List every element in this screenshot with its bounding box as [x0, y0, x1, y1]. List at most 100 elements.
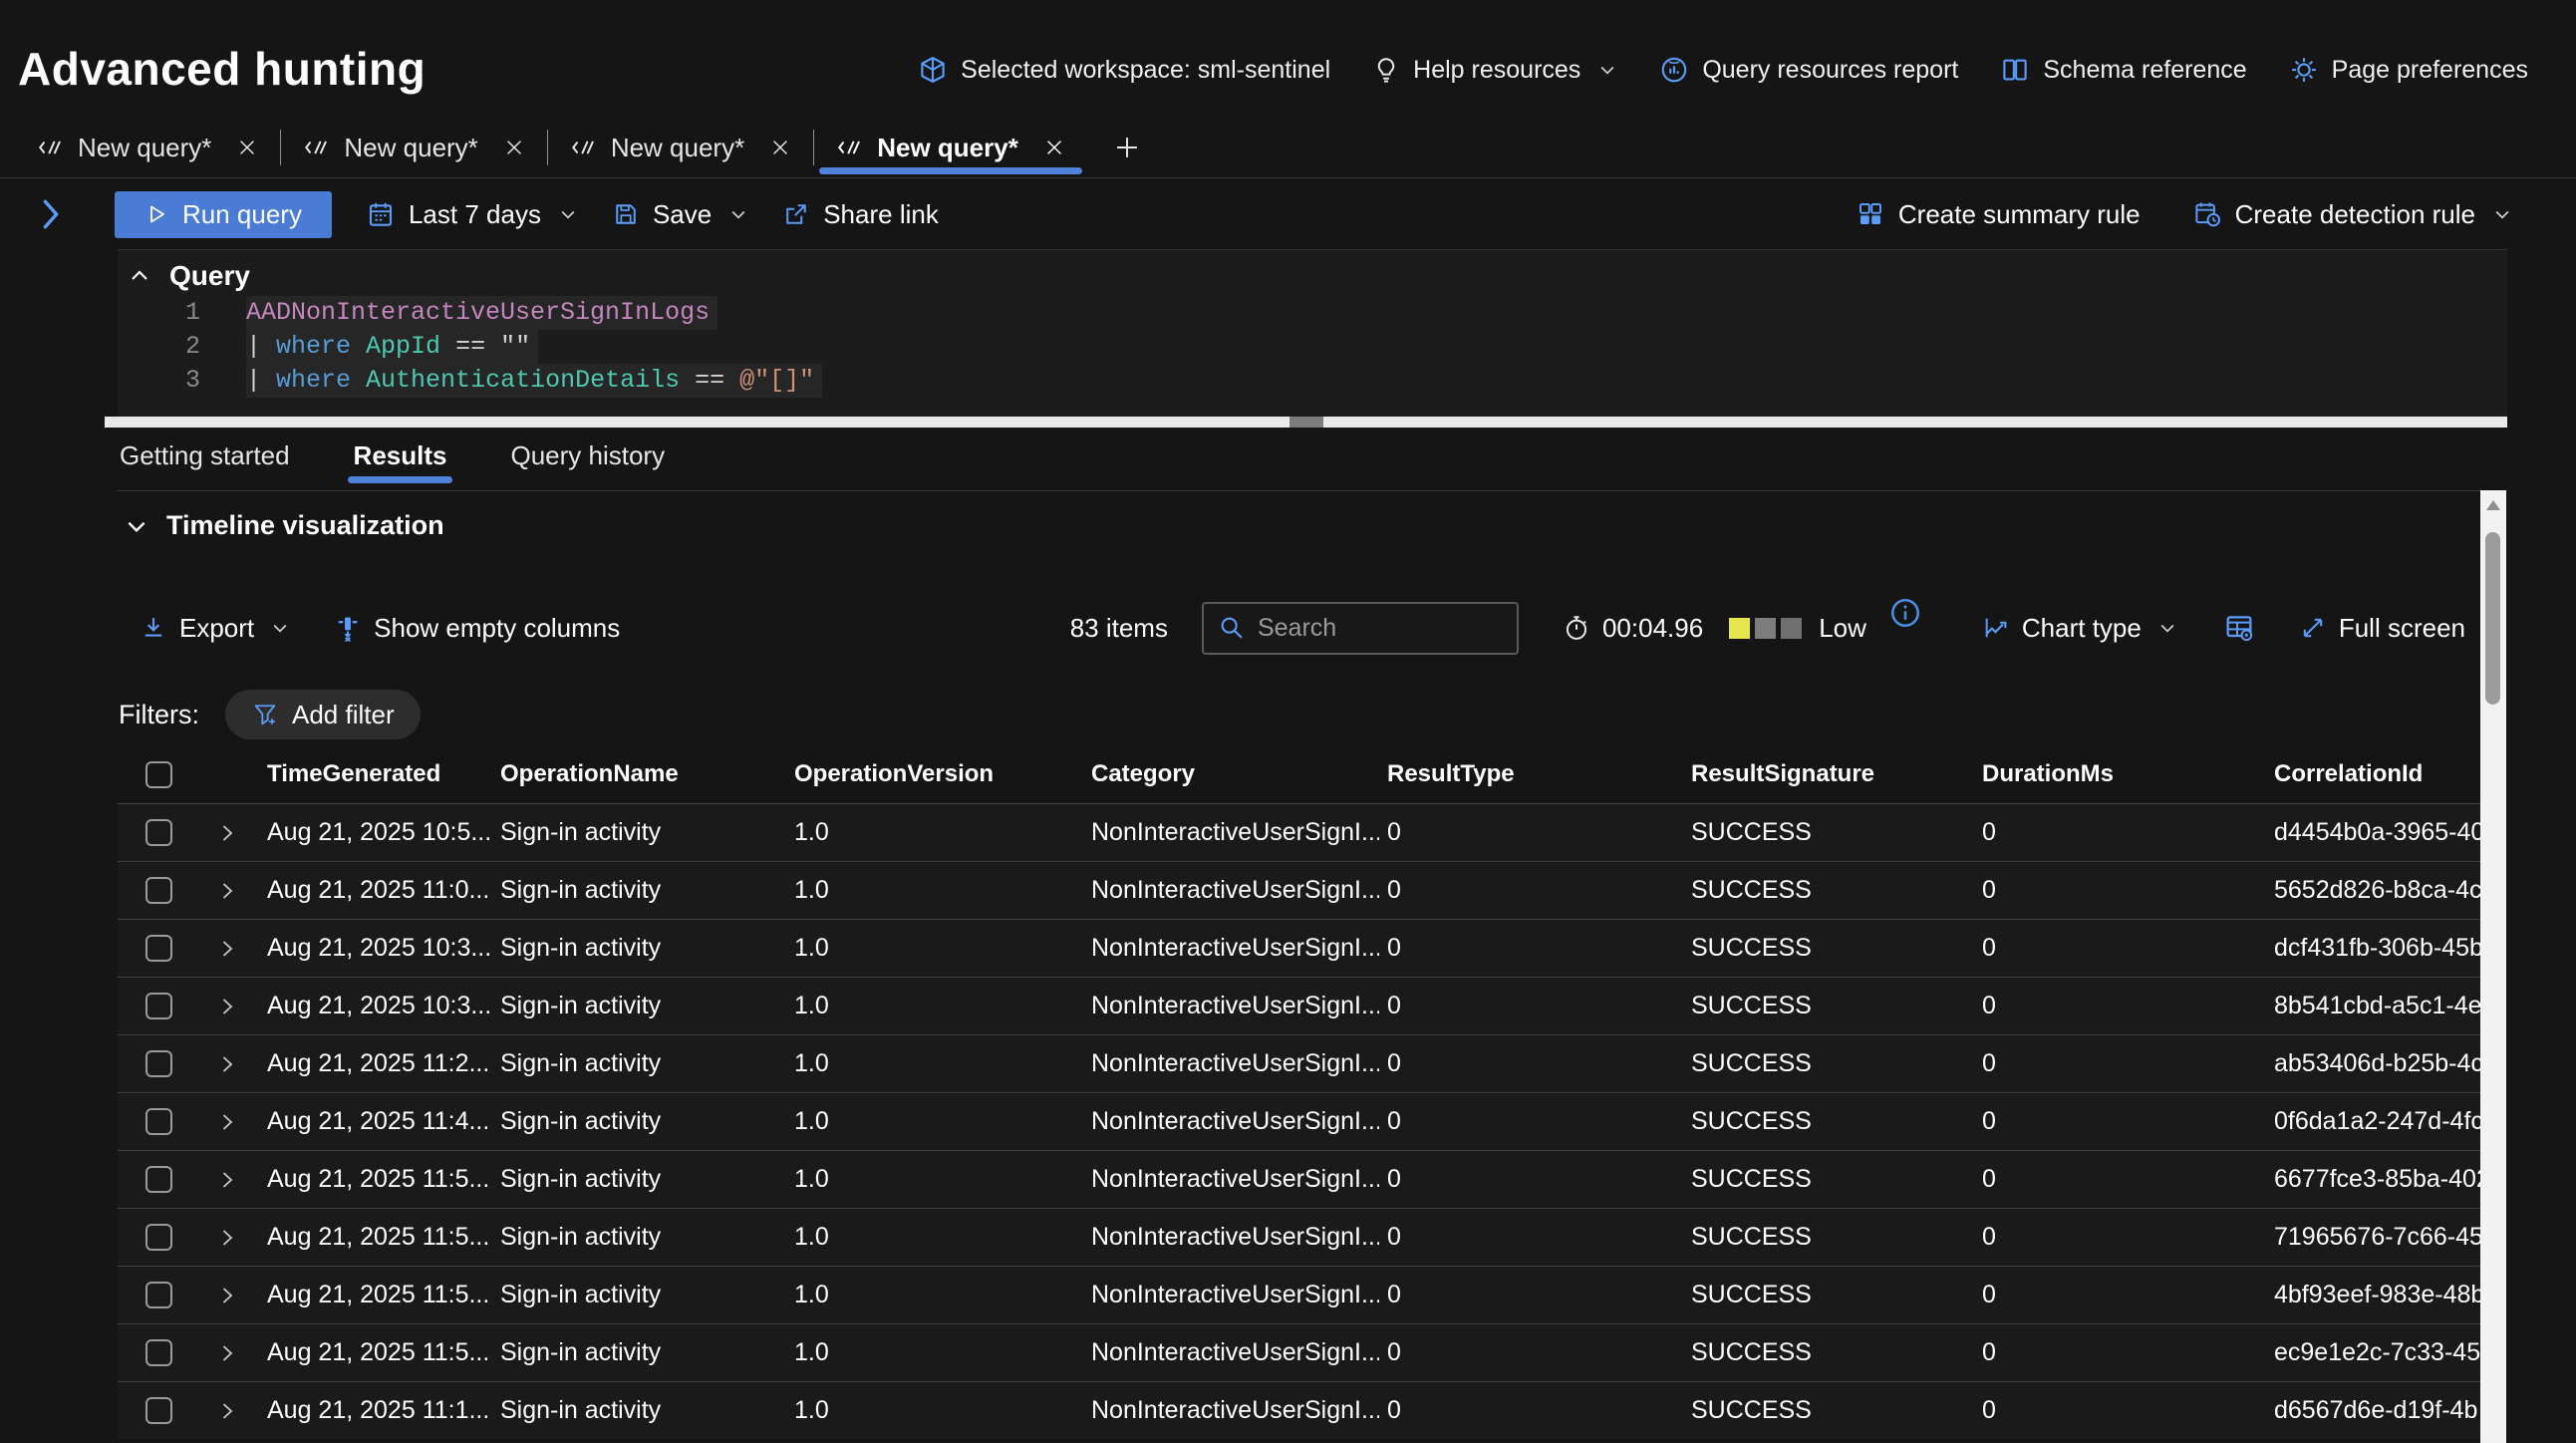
time-range-label: Last 7 days	[409, 199, 541, 230]
close-icon[interactable]	[1043, 137, 1065, 158]
row-expand-chevron-icon[interactable]	[215, 821, 239, 845]
export-dropdown[interactable]: Export	[140, 613, 290, 644]
tab-getting-started[interactable]: Getting started	[118, 436, 292, 485]
help-resources-button[interactable]: Help resources	[1372, 56, 1617, 85]
column-header-operation-name[interactable]: OperationName	[492, 760, 786, 788]
column-header-result-type[interactable]: ResultType	[1379, 760, 1683, 788]
close-icon[interactable]	[503, 137, 525, 158]
table-row[interactable]: Aug 21, 2025 11:5... Sign-in activity 1.…	[118, 1150, 2480, 1208]
tab-results[interactable]: Results	[352, 436, 449, 485]
column-header-time-generated[interactable]: TimeGenerated	[259, 760, 492, 788]
row-expand-chevron-icon[interactable]	[215, 1341, 239, 1365]
close-icon[interactable]	[236, 137, 258, 158]
tab-new-query-2[interactable]: New query*	[281, 118, 546, 177]
row-expand-chevron-icon[interactable]	[215, 879, 239, 903]
row-expand-chevron-icon[interactable]	[215, 937, 239, 961]
row-checkbox[interactable]	[145, 1282, 172, 1308]
run-query-button[interactable]: Run query	[115, 191, 332, 238]
stopwatch-icon	[1563, 614, 1590, 642]
row-expand-chevron-icon[interactable]	[215, 1399, 239, 1423]
table-row[interactable]: Aug 21, 2025 10:3... Sign-in activity 1.…	[118, 919, 2480, 977]
row-expand-chevron-icon[interactable]	[215, 1110, 239, 1134]
row-expand-chevron-icon[interactable]	[215, 1052, 239, 1076]
tab-label: New query*	[344, 133, 477, 163]
cell-operation-name: Sign-in activity	[492, 1165, 786, 1194]
table-row[interactable]: Aug 21, 2025 10:3... Sign-in activity 1.…	[118, 977, 2480, 1034]
create-detection-rule-dropdown[interactable]: Create detection rule	[2192, 199, 2512, 230]
schema-reference-button[interactable]: Schema reference	[2000, 55, 2246, 85]
column-header-result-signature[interactable]: ResultSignature	[1683, 760, 1974, 788]
row-checkbox[interactable]	[145, 1166, 172, 1193]
page-preferences-button[interactable]: Page preferences	[2289, 55, 2528, 85]
tab-query-history[interactable]: Query history	[508, 436, 667, 485]
code-editor[interactable]: 1AADNonInteractiveUserSignInLogs2| where…	[118, 296, 2507, 398]
time-range-dropdown[interactable]: Last 7 days	[366, 199, 578, 230]
row-checkbox[interactable]	[145, 1339, 172, 1366]
cell-time-generated: Aug 21, 2025 11:0...	[259, 876, 492, 905]
chart-type-dropdown[interactable]: Chart type	[1982, 613, 2177, 644]
cell-correlation-id: 71965676-7c66-45	[2266, 1223, 2480, 1252]
query-section-toggle[interactable]: Query	[118, 250, 2507, 296]
timeline-visualization-toggle[interactable]: Timeline visualization	[124, 510, 444, 541]
tab-new-query-4[interactable]: New query*	[814, 118, 1087, 177]
table-row[interactable]: Aug 21, 2025 11:1... Sign-in activity 1.…	[118, 1381, 2480, 1439]
create-summary-rule-button[interactable]: Create summary rule	[1856, 199, 2141, 230]
column-header-duration-ms[interactable]: DurationMs	[1974, 760, 2266, 788]
tab-new-query-1[interactable]: New query*	[15, 118, 280, 177]
add-filter-button[interactable]: Add filter	[225, 690, 421, 739]
full-screen-button[interactable]: Full screen	[2299, 613, 2465, 644]
cell-time-generated: Aug 21, 2025 10:5...	[259, 818, 492, 847]
table-row[interactable]: Aug 21, 2025 11:5... Sign-in activity 1.…	[118, 1323, 2480, 1381]
column-header-correlation-id[interactable]: CorrelationId	[2266, 760, 2480, 788]
row-checkbox[interactable]	[145, 819, 172, 846]
cell-operation-version: 1.0	[786, 1281, 1083, 1309]
splitter-handle[interactable]	[1289, 417, 1323, 428]
tab-new-query-3[interactable]: New query*	[548, 118, 813, 177]
fullscreen-arrow-icon	[2299, 614, 2327, 642]
search-input[interactable]	[1258, 614, 1503, 643]
column-settings-icon[interactable]	[2223, 612, 2255, 644]
row-expand-chevron-icon[interactable]	[215, 1168, 239, 1192]
select-all-checkbox[interactable]	[145, 761, 172, 788]
vertical-scrollbar[interactable]	[2480, 490, 2506, 1443]
cell-operation-name: Sign-in activity	[492, 934, 786, 963]
row-expand-chevron-icon[interactable]	[215, 1226, 239, 1250]
tab-label: Getting started	[120, 440, 290, 470]
row-checkbox[interactable]	[145, 1397, 172, 1424]
row-checkbox[interactable]	[145, 1108, 172, 1135]
cell-result-type: 0	[1379, 1107, 1683, 1136]
table-row[interactable]: Aug 21, 2025 11:5... Sign-in activity 1.…	[118, 1208, 2480, 1266]
row-checkbox[interactable]	[145, 1224, 172, 1251]
usage-block-high	[1781, 618, 1802, 639]
table-row[interactable]: Aug 21, 2025 10:5... Sign-in activity 1.…	[118, 803, 2480, 861]
divider	[118, 490, 2507, 491]
search-box[interactable]	[1202, 602, 1519, 655]
query-resources-report-button[interactable]: Query resources report	[1659, 55, 1958, 85]
workspace-selector[interactable]: Selected workspace: sml-sentinel	[918, 55, 1330, 85]
cell-duration-ms: 0	[1974, 1281, 2266, 1309]
panel-splitter[interactable]	[105, 417, 2507, 428]
close-icon[interactable]	[769, 137, 791, 158]
scrollbar-thumb[interactable]	[2485, 532, 2500, 705]
table-row[interactable]: Aug 21, 2025 11:0... Sign-in activity 1.…	[118, 861, 2480, 919]
table-row[interactable]: Aug 21, 2025 11:5... Sign-in activity 1.…	[118, 1266, 2480, 1323]
column-header-category[interactable]: Category	[1083, 760, 1379, 788]
row-checkbox[interactable]	[145, 877, 172, 904]
scroll-up-arrow-icon[interactable]	[2486, 500, 2500, 510]
row-checkbox[interactable]	[145, 993, 172, 1019]
row-checkbox[interactable]	[145, 935, 172, 962]
table-row[interactable]: Aug 21, 2025 11:4... Sign-in activity 1.…	[118, 1092, 2480, 1150]
save-dropdown[interactable]: Save	[612, 199, 748, 230]
code-token: AppId	[366, 332, 440, 361]
table-row[interactable]: Aug 21, 2025 11:2... Sign-in activity 1.…	[118, 1034, 2480, 1092]
column-header-operation-version[interactable]: OperationVersion	[786, 760, 1083, 788]
info-icon[interactable]	[1888, 596, 1922, 630]
row-expand-chevron-icon[interactable]	[215, 995, 239, 1018]
row-checkbox[interactable]	[145, 1050, 172, 1077]
show-empty-columns-button[interactable]: Show empty columns	[334, 613, 620, 644]
add-tab-button[interactable]	[1087, 118, 1167, 177]
row-expand-chevron-icon[interactable]	[215, 1284, 239, 1307]
cell-correlation-id: 8b541cbd-a5c1-4e	[2266, 992, 2480, 1020]
export-label: Export	[179, 613, 254, 644]
share-link-button[interactable]: Share link	[782, 199, 939, 230]
